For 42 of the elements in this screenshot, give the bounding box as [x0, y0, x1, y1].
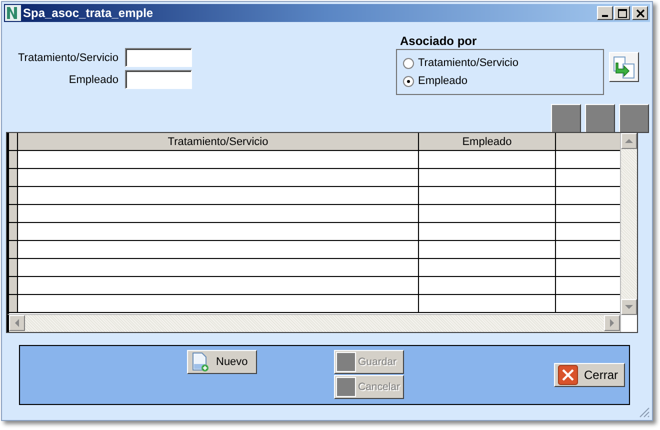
close-icon — [636, 8, 644, 18]
toolbar-button[interactable] — [551, 104, 581, 133]
blank-icon — [336, 377, 356, 397]
close-button[interactable]: Cerrar — [554, 363, 625, 387]
app-icon — [5, 5, 21, 21]
row-header[interactable] — [9, 241, 18, 258]
new-button[interactable]: Nuevo — [187, 350, 257, 374]
radio-button[interactable] — [403, 58, 414, 68]
window-title: Spa_asoc_trata_emple — [23, 6, 154, 20]
up-arrow-icon — [625, 138, 633, 144]
group-title: Asociado por — [400, 34, 478, 48]
horizontal-scrollbar[interactable] — [7, 314, 620, 332]
toolbar-button[interactable] — [585, 104, 615, 133]
row-header[interactable] — [9, 187, 18, 204]
minimize-button[interactable] — [597, 6, 613, 20]
field-label: Tratamiento/Servicio — [18, 52, 118, 64]
row-header[interactable] — [9, 223, 18, 240]
row-header[interactable] — [9, 205, 18, 222]
left-arrow-icon — [14, 319, 20, 327]
radio-label: Empleado — [418, 75, 468, 87]
down-arrow-icon — [625, 304, 633, 310]
close-button[interactable] — [632, 6, 648, 20]
row-header[interactable] — [9, 151, 18, 168]
close-icon — [558, 365, 578, 385]
new-document-icon — [191, 352, 209, 372]
vertical-scrollbar[interactable] — [620, 133, 637, 332]
row-header[interactable] — [9, 277, 18, 294]
blank-icon — [336, 352, 356, 372]
right-arrow-icon — [609, 319, 615, 327]
row-header[interactable] — [9, 295, 18, 312]
maximize-button[interactable] — [614, 6, 630, 20]
radio-button[interactable] — [403, 76, 414, 86]
maximize-icon — [618, 8, 626, 18]
input-field[interactable] — [125, 70, 192, 89]
resize-grip-icon[interactable] — [638, 406, 650, 418]
row-header[interactable] — [9, 169, 18, 186]
input-field[interactable] — [125, 48, 192, 67]
swap-button[interactable] — [609, 52, 639, 82]
row-header[interactable] — [9, 259, 18, 276]
field-label: Empleado — [68, 74, 118, 86]
radio-label: Tratamiento/Servicio — [418, 57, 518, 69]
toolbar-button[interactable] — [619, 104, 649, 133]
